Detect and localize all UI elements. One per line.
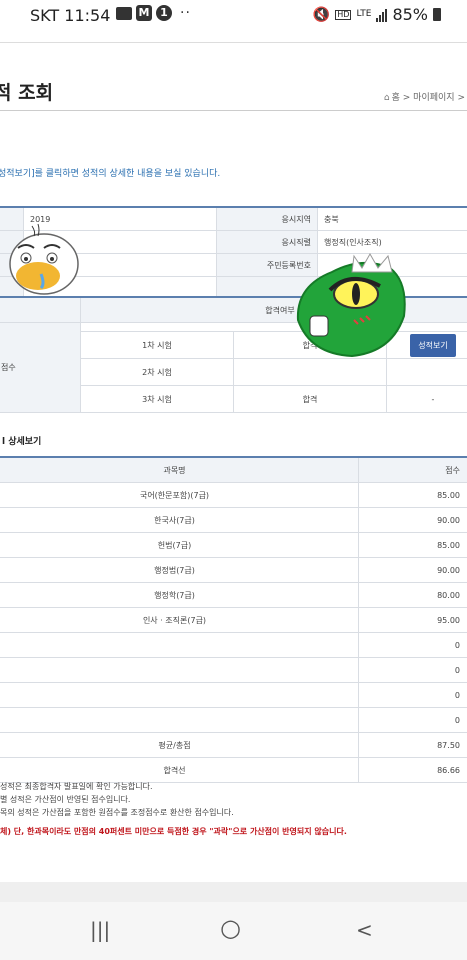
- subject-name: [0, 682, 359, 708]
- score-row: 행정학(7급) 80.00: [0, 582, 467, 608]
- subject-column-header: 과목명: [0, 456, 359, 483]
- exam-stage: 1차 시험: [80, 331, 234, 359]
- duck-sticker-icon: [9, 223, 79, 295]
- region-value: 충북: [317, 206, 467, 231]
- crocodile-sticker-icon: [296, 252, 406, 358]
- region-label: 응시지역: [216, 206, 318, 231]
- back-icon[interactable]: <: [356, 918, 373, 942]
- subject-name: 평균/총점: [0, 732, 359, 758]
- home-button-icon[interactable]: ○: [220, 914, 241, 942]
- more-notifications-icon: ··: [180, 5, 191, 21]
- page-footer: [0, 882, 467, 902]
- exam-action: -: [386, 385, 467, 413]
- exam-stage: 2차 시험: [80, 358, 234, 386]
- subject-name: [0, 632, 359, 658]
- mail-badge-icon: M: [136, 5, 152, 21]
- subject-score: 0: [358, 707, 467, 733]
- count-badge-icon: 1: [156, 5, 172, 21]
- subject-score: 87.50: [358, 732, 467, 758]
- breadcrumb[interactable]: ⌂ 홈 > 마이페이지 >: [384, 90, 465, 103]
- web-page: 적 조회 ⌂ 홈 > 마이페이지 > 성적보기]를 클릭하면 성적의 상세한 내용…: [0, 32, 467, 882]
- battery-percent: 85%: [392, 5, 428, 24]
- score-column-header: 점수: [358, 456, 467, 483]
- score-row: 0: [0, 632, 467, 658]
- battery-icon: [433, 8, 441, 21]
- note-2: 별 성적은 가산점이 반영된 점수입니다.: [0, 795, 131, 804]
- notes: 성적은 최종합격자 발표일에 확인 가능합니다. 별 성적은 가산점이 반영된 …: [0, 780, 347, 838]
- score-row: 헌법(7급) 85.00: [0, 532, 467, 558]
- subject-name: 인사 · 조직론(7급): [0, 607, 359, 633]
- note-1: 성적은 최종합격자 발표일에 확인 가능합니다.: [0, 782, 153, 791]
- score-row: 평균/총점 87.50: [0, 732, 467, 758]
- subject-name: 행정법(7급): [0, 557, 359, 583]
- subject-name: 헌법(7급): [0, 532, 359, 558]
- subject-score: 90.00: [358, 507, 467, 533]
- score-row: 합격선 86.66: [0, 757, 467, 783]
- signal-icon: [376, 8, 388, 22]
- subject-name: [0, 707, 359, 733]
- score-row: 행정법(7급) 90.00: [0, 557, 467, 583]
- subject-score: 95.00: [358, 607, 467, 633]
- subject-name: [0, 657, 359, 683]
- exam-action: [386, 358, 467, 386]
- divider: [0, 110, 467, 111]
- score-row-label: 점수: [0, 322, 81, 413]
- subject-name: 국어(한문포함)(7급): [0, 482, 359, 508]
- exam-result: 합격: [233, 385, 387, 413]
- exam-result: [233, 358, 387, 386]
- breadcrumb-text[interactable]: 홈 > 마이페이지 >: [392, 93, 465, 103]
- status-right: 🔇 HD LTE 85%: [313, 5, 441, 24]
- score-row: 인사 · 조직론(7급) 95.00: [0, 607, 467, 633]
- subject-score: 85.00: [358, 532, 467, 558]
- lte-icon: LTE: [356, 9, 372, 19]
- recent-apps-icon[interactable]: |||: [90, 918, 110, 942]
- view-score-button[interactable]: 성적보기: [410, 333, 456, 357]
- exam-stage: 3차 시험: [80, 385, 234, 413]
- mute-icon: 🔇: [312, 6, 331, 23]
- subject-score: 0: [358, 682, 467, 708]
- subject-name: 한국사(7급): [0, 507, 359, 533]
- score-row: 한국사(7급) 90.00: [0, 507, 467, 533]
- subject-score: 85.00: [358, 482, 467, 508]
- subject-score: 80.00: [358, 582, 467, 608]
- subject-name: 합격선: [0, 757, 359, 783]
- score-detail-table: 과목명 점수 국어(한문포함)(7급) 85.00 한국사(7급) 90.00 헌법(7…: [0, 456, 467, 783]
- detail-section-title: l 상세보기: [2, 437, 42, 447]
- message-icon: [116, 6, 132, 20]
- page-title: 적 조회: [0, 82, 54, 104]
- subject-score: 0: [358, 632, 467, 658]
- guide-text: 성적보기]를 클릭하면 성적의 상세한 내용을 보실 있습니다.: [0, 169, 221, 179]
- home-icon[interactable]: ⌂: [384, 93, 390, 103]
- subject-name: 행정학(7급): [0, 582, 359, 608]
- fail-warning-note: 체) 단, 한과목이라도 만점의 40퍼센트 미만으로 득점한 경우 "과락"으…: [0, 827, 347, 836]
- android-nav-bar: ||| ○ <: [0, 902, 467, 960]
- note-3: 목의 성적은 가산점을 포함한 원점수를 조정점수로 환산한 점수입니다.: [0, 808, 234, 817]
- score-row: 국어(한문포함)(7급) 85.00: [0, 482, 467, 508]
- score-row: 0: [0, 657, 467, 683]
- score-row: 0: [0, 682, 467, 708]
- pass-header-blank: [0, 296, 81, 323]
- score-row: 0: [0, 707, 467, 733]
- carrier-time: SKT 11:54: [30, 6, 111, 25]
- status-bar: SKT 11:54 M 1 ·· 🔇 HD LTE 85%: [0, 0, 467, 32]
- hd-voice-icon: HD: [335, 9, 352, 20]
- subject-score: 90.00: [358, 557, 467, 583]
- divider: [0, 42, 467, 43]
- notification-icons: M 1 ··: [116, 5, 191, 21]
- subject-score: 0: [358, 657, 467, 683]
- subject-score: 86.66: [358, 757, 467, 783]
